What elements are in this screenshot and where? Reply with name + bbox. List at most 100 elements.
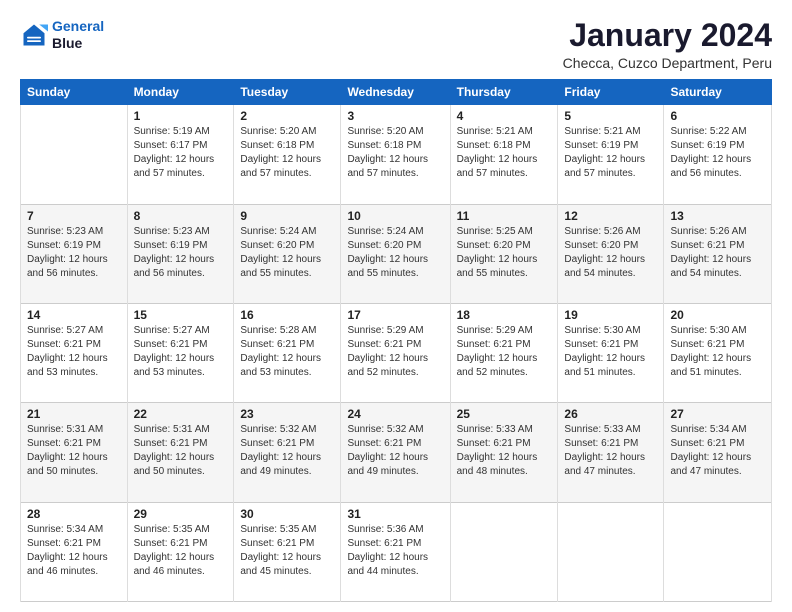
- day-number: 25: [457, 407, 552, 421]
- calendar-cell: 26 Sunrise: 5:33 AM Sunset: 6:21 PM Dayli…: [558, 403, 664, 502]
- day-info: Sunrise: 5:32 AM Sunset: 6:21 PM Dayligh…: [347, 423, 443, 479]
- calendar-table: SundayMondayTuesdayWednesdayThursdayFrid…: [20, 79, 772, 602]
- calendar-cell: 9 Sunrise: 5:24 AM Sunset: 6:20 PM Daylig…: [234, 204, 341, 303]
- day-number: 10: [347, 209, 443, 223]
- header-cell-saturday: Saturday: [664, 80, 772, 105]
- calendar-cell: 30Sunrise: 5:35 AM Sunset: 6:21 PM Dayli…: [234, 502, 341, 601]
- day-info: Sunrise: 5:21 AM Sunset: 6:18 PM Dayligh…: [457, 125, 552, 181]
- day-info: Sunrise: 5:35 AM Sunset: 6:21 PM Dayligh…: [134, 523, 228, 579]
- day-info: Sunrise: 5:31 AM Sunset: 6:21 PM Dayligh…: [134, 423, 228, 479]
- day-number: 23: [240, 407, 334, 421]
- day-number: 7: [27, 209, 121, 223]
- day-number: 24: [347, 407, 443, 421]
- header-row: SundayMondayTuesdayWednesdayThursdayFrid…: [21, 80, 772, 105]
- day-info: Sunrise: 5:27 AM Sunset: 6:21 PM Dayligh…: [134, 324, 228, 380]
- calendar-cell: 1 Sunrise: 5:19 AM Sunset: 6:17 PM Daylig…: [127, 105, 234, 204]
- calendar-cell: 10 Sunrise: 5:24 AM Sunset: 6:20 PM Dayli…: [341, 204, 450, 303]
- day-number: 26: [564, 407, 657, 421]
- calendar-cell: 24 Sunrise: 5:32 AM Sunset: 6:21 PM Dayli…: [341, 403, 450, 502]
- day-number: 19: [564, 308, 657, 322]
- day-info: Sunrise: 5:33 AM Sunset: 6:21 PM Dayligh…: [457, 423, 552, 479]
- day-info: Sunrise: 5:30 AM Sunset: 6:21 PM Dayligh…: [670, 324, 765, 380]
- day-number: 28: [27, 507, 121, 521]
- calendar-cell: 31 Sunrise: 5:36 AM Sunset: 6:21 PM Dayli…: [341, 502, 450, 601]
- calendar-cell: 16 Sunrise: 5:28 AM Sunset: 6:21 PM Dayli…: [234, 303, 341, 402]
- day-info: Sunrise: 5:26 AM Sunset: 6:20 PM Dayligh…: [564, 225, 657, 281]
- day-info: Sunrise: 5:34 AM Sunset: 6:21 PM Dayligh…: [670, 423, 765, 479]
- calendar-cell: 12 Sunrise: 5:26 AM Sunset: 6:20 PM Dayli…: [558, 204, 664, 303]
- header-cell-friday: Friday: [558, 80, 664, 105]
- day-info: Sunrise: 5:26 AM Sunset: 6:21 PM Dayligh…: [670, 225, 765, 281]
- day-number: 11: [457, 209, 552, 223]
- week-row-3: 14 Sunrise: 5:27 AM Sunset: 6:21 PM Dayli…: [21, 303, 772, 402]
- day-number: 3: [347, 109, 443, 123]
- day-info: Sunrise: 5:29 AM Sunset: 6:21 PM Dayligh…: [347, 324, 443, 380]
- day-number: 21: [27, 407, 121, 421]
- day-info: Sunrise: 5:32 AM Sunset: 6:21 PM Dayligh…: [240, 423, 334, 479]
- day-number: 17: [347, 308, 443, 322]
- day-number: 9: [240, 209, 334, 223]
- day-number: 22: [134, 407, 228, 421]
- calendar-cell: 22 Sunrise: 5:31 AM Sunset: 6:21 PM Dayli…: [127, 403, 234, 502]
- calendar-cell: [558, 502, 664, 601]
- calendar-cell: 13 Sunrise: 5:26 AM Sunset: 6:21 PM Dayli…: [664, 204, 772, 303]
- subtitle: Checca, Cuzco Department, Peru: [563, 55, 772, 71]
- day-info: Sunrise: 5:30 AM Sunset: 6:21 PM Dayligh…: [564, 324, 657, 380]
- day-info: Sunrise: 5:24 AM Sunset: 6:20 PM Dayligh…: [347, 225, 443, 281]
- day-number: 16: [240, 308, 334, 322]
- calendar-cell: 28Sunrise: 5:34 AM Sunset: 6:21 PM Dayli…: [21, 502, 128, 601]
- calendar-cell: 20Sunrise: 5:30 AM Sunset: 6:21 PM Dayli…: [664, 303, 772, 402]
- day-info: Sunrise: 5:21 AM Sunset: 6:19 PM Dayligh…: [564, 125, 657, 181]
- calendar-cell: [664, 502, 772, 601]
- calendar-cell: 14 Sunrise: 5:27 AM Sunset: 6:21 PM Dayli…: [21, 303, 128, 402]
- header-cell-tuesday: Tuesday: [234, 80, 341, 105]
- day-info: Sunrise: 5:25 AM Sunset: 6:20 PM Dayligh…: [457, 225, 552, 281]
- day-info: Sunrise: 5:20 AM Sunset: 6:18 PM Dayligh…: [240, 125, 334, 181]
- day-number: 31: [347, 507, 443, 521]
- calendar-cell: 19 Sunrise: 5:30 AM Sunset: 6:21 PM Dayli…: [558, 303, 664, 402]
- calendar-cell: 11 Sunrise: 5:25 AM Sunset: 6:20 PM Dayli…: [450, 204, 558, 303]
- day-info: Sunrise: 5:29 AM Sunset: 6:21 PM Dayligh…: [457, 324, 552, 380]
- calendar-cell: 7 Sunrise: 5:23 AM Sunset: 6:19 PM Daylig…: [21, 204, 128, 303]
- day-info: Sunrise: 5:19 AM Sunset: 6:17 PM Dayligh…: [134, 125, 228, 181]
- week-row-5: 28Sunrise: 5:34 AM Sunset: 6:21 PM Dayli…: [21, 502, 772, 601]
- logo-text: General Blue: [52, 18, 104, 52]
- calendar-cell: 23 Sunrise: 5:32 AM Sunset: 6:21 PM Dayli…: [234, 403, 341, 502]
- day-number: 12: [564, 209, 657, 223]
- week-row-1: 1 Sunrise: 5:19 AM Sunset: 6:17 PM Daylig…: [21, 105, 772, 204]
- title-block: January 2024 Checca, Cuzco Department, P…: [563, 18, 772, 71]
- day-info: Sunrise: 5:36 AM Sunset: 6:21 PM Dayligh…: [347, 523, 443, 579]
- header: General Blue January 2024 Checca, Cuzco …: [20, 18, 772, 71]
- calendar-cell: [21, 105, 128, 204]
- day-info: Sunrise: 5:27 AM Sunset: 6:21 PM Dayligh…: [27, 324, 121, 380]
- calendar-cell: 29 Sunrise: 5:35 AM Sunset: 6:21 PM Dayli…: [127, 502, 234, 601]
- day-info: Sunrise: 5:22 AM Sunset: 6:19 PM Dayligh…: [670, 125, 765, 181]
- day-number: 4: [457, 109, 552, 123]
- day-number: 5: [564, 109, 657, 123]
- day-number: 8: [134, 209, 228, 223]
- day-info: Sunrise: 5:20 AM Sunset: 6:18 PM Dayligh…: [347, 125, 443, 181]
- day-number: 14: [27, 308, 121, 322]
- day-info: Sunrise: 5:23 AM Sunset: 6:19 PM Dayligh…: [134, 225, 228, 281]
- week-row-4: 21 Sunrise: 5:31 AM Sunset: 6:21 PM Dayli…: [21, 403, 772, 502]
- calendar-cell: [450, 502, 558, 601]
- calendar-cell: 27 Sunrise: 5:34 AM Sunset: 6:21 PM Dayli…: [664, 403, 772, 502]
- week-row-2: 7 Sunrise: 5:23 AM Sunset: 6:19 PM Daylig…: [21, 204, 772, 303]
- day-number: 29: [134, 507, 228, 521]
- calendar-cell: 2Sunrise: 5:20 AM Sunset: 6:18 PM Daylig…: [234, 105, 341, 204]
- day-number: 13: [670, 209, 765, 223]
- day-info: Sunrise: 5:28 AM Sunset: 6:21 PM Dayligh…: [240, 324, 334, 380]
- day-info: Sunrise: 5:33 AM Sunset: 6:21 PM Dayligh…: [564, 423, 657, 479]
- main-title: January 2024: [563, 18, 772, 53]
- day-info: Sunrise: 5:24 AM Sunset: 6:20 PM Dayligh…: [240, 225, 334, 281]
- day-number: 15: [134, 308, 228, 322]
- calendar-cell: 25 Sunrise: 5:33 AM Sunset: 6:21 PM Dayli…: [450, 403, 558, 502]
- calendar-cell: 17 Sunrise: 5:29 AM Sunset: 6:21 PM Dayli…: [341, 303, 450, 402]
- calendar-cell: 8 Sunrise: 5:23 AM Sunset: 6:19 PM Daylig…: [127, 204, 234, 303]
- day-number: 1: [134, 109, 228, 123]
- day-info: Sunrise: 5:23 AM Sunset: 6:19 PM Dayligh…: [27, 225, 121, 281]
- day-number: 18: [457, 308, 552, 322]
- calendar-cell: 21Sunrise: 5:31 AM Sunset: 6:21 PM Dayli…: [21, 403, 128, 502]
- day-number: 27: [670, 407, 765, 421]
- header-cell-thursday: Thursday: [450, 80, 558, 105]
